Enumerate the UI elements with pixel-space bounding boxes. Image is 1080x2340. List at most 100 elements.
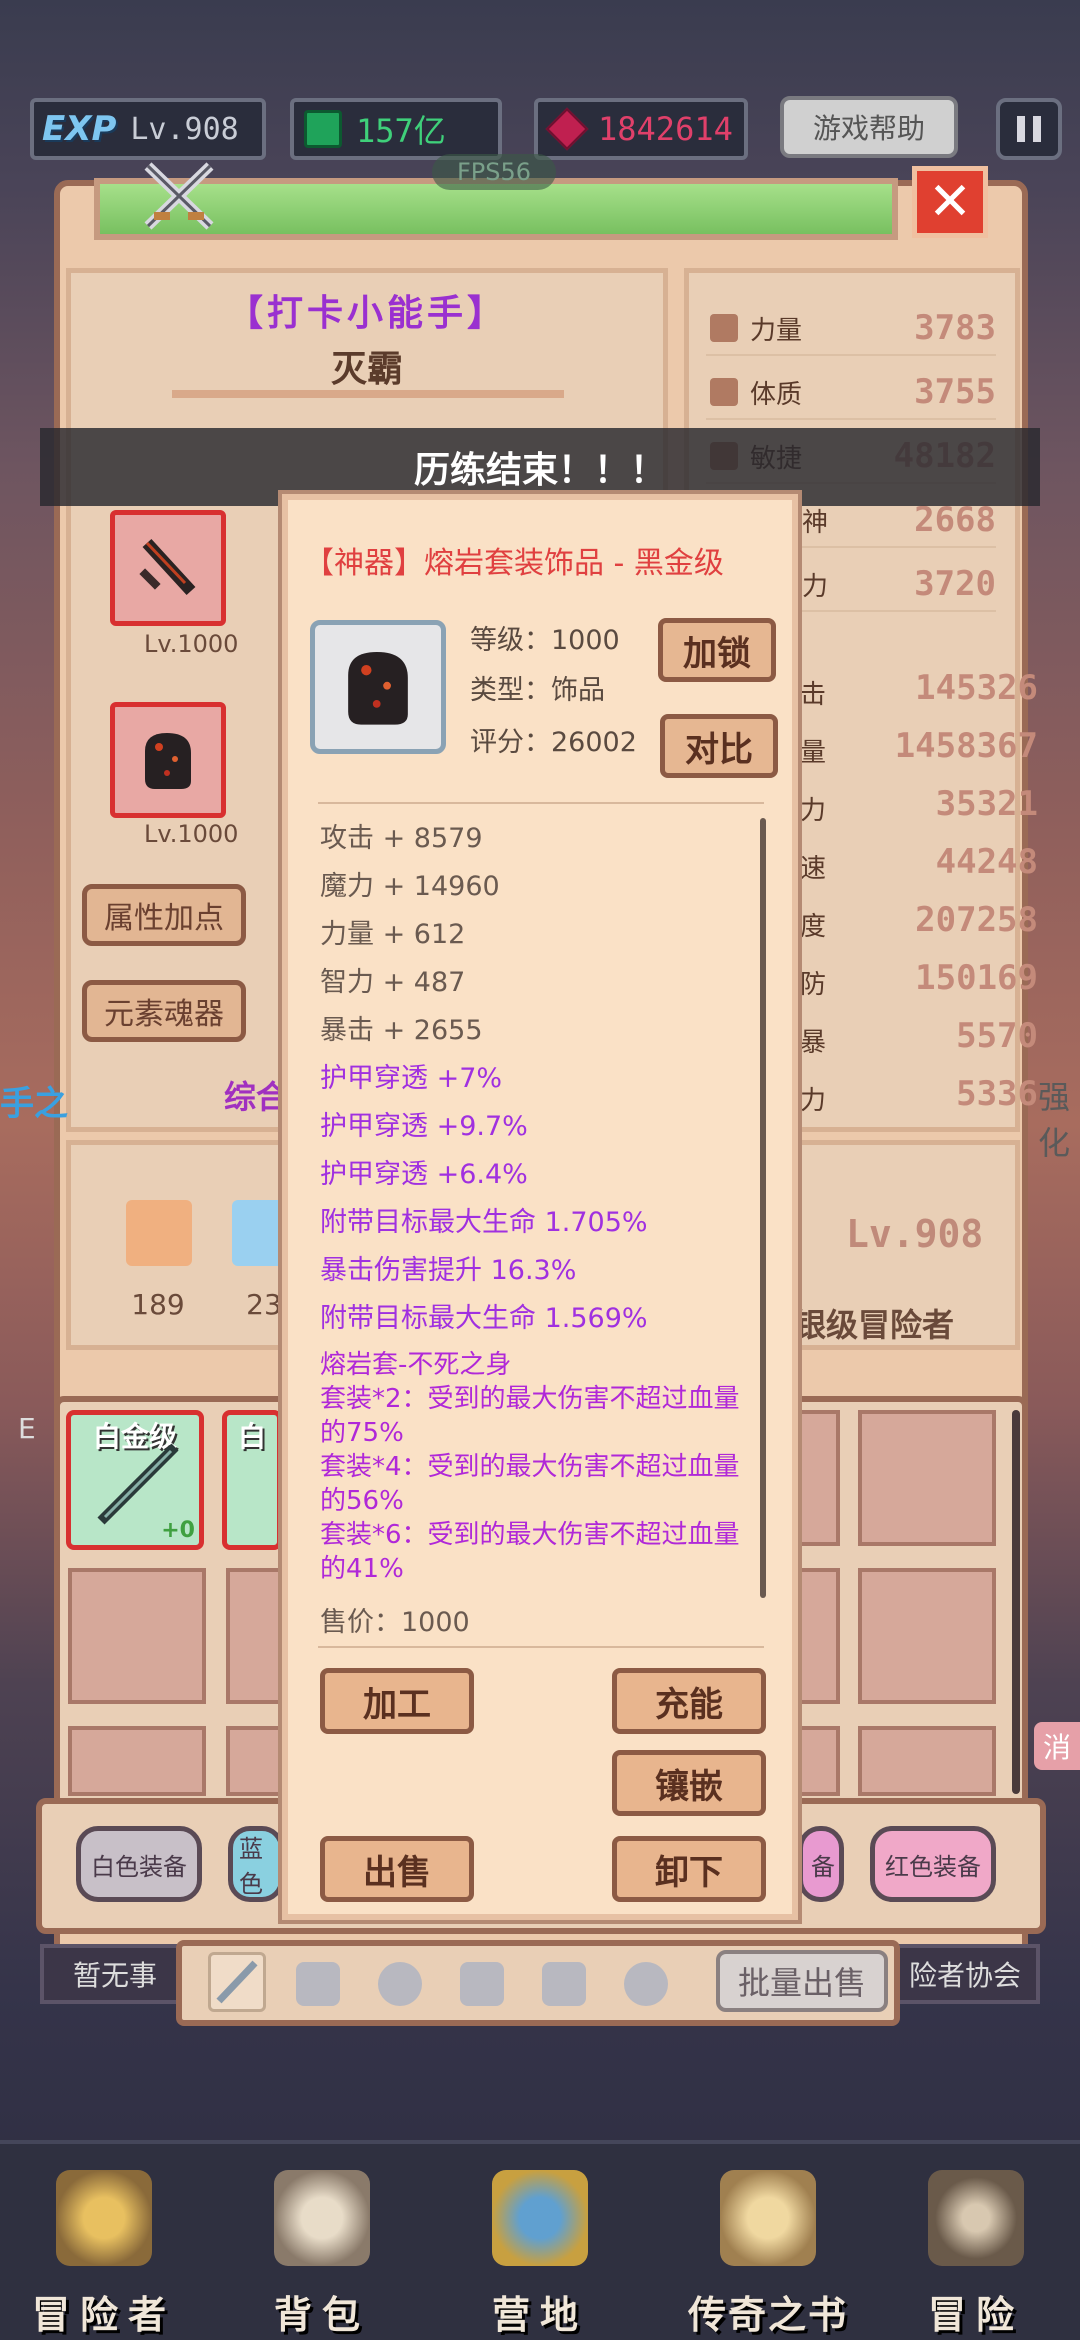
- accessory-slot[interactable]: [110, 702, 226, 818]
- close-icon: ✕: [928, 172, 972, 232]
- stat2-label: 度: [800, 912, 827, 942]
- weapon-slot[interactable]: [110, 510, 226, 626]
- affix-line: 暴击伤害提升 16.3%: [320, 1255, 577, 1286]
- stat2-label: 击: [800, 680, 827, 710]
- lava-glove-icon: [145, 733, 191, 789]
- tab-weapon[interactable]: [208, 1952, 266, 2012]
- inventory-slot[interactable]: [798, 1726, 840, 1796]
- pause-button[interactable]: [996, 98, 1062, 160]
- inventory-slot[interactable]: [226, 1568, 282, 1704]
- inventory-item[interactable]: 白金级 +0: [66, 1410, 204, 1550]
- inventory-slot[interactable]: [858, 1568, 996, 1704]
- nav-adventure[interactable]: 冒险: [876, 2170, 1076, 2339]
- inventory-slot[interactable]: [226, 1726, 282, 1796]
- item-score: 评分：26002: [470, 727, 637, 758]
- affix-line: 附带目标最大生命 1.705%: [320, 1207, 648, 1238]
- set-bonus-4: 套装*4：受到的最大伤害不超过血量的56%: [320, 1452, 740, 1516]
- nav-legend-book[interactable]: 传奇之书: [658, 2170, 878, 2339]
- sword-nav-icon: [928, 2170, 1024, 2266]
- affix-line: 护甲穿透 +7%: [320, 1063, 503, 1094]
- item-name: 【神器】熔岩套装饰品 - 黑金级: [304, 546, 724, 581]
- hero-name: 灭霸: [330, 349, 403, 390]
- gem-icon: [304, 110, 342, 148]
- set-name: 熔岩套-不死之身: [320, 1350, 512, 1380]
- inventory-slot[interactable]: [858, 1726, 996, 1796]
- popup-scrollbar[interactable]: [760, 818, 766, 1598]
- gem-counter[interactable]: 157亿: [290, 98, 502, 160]
- stat2-label: 量: [800, 738, 827, 768]
- set-bonus-2: 套装*2：受到的最大伤害不超过血量的75%: [320, 1384, 740, 1448]
- filter-white-button[interactable]: 白色装备: [76, 1826, 202, 1902]
- weapon-level: Lv.1000: [144, 630, 239, 658]
- stat-value: 3755: [914, 372, 996, 412]
- inventory-scrollbar[interactable]: [1012, 1410, 1020, 1794]
- no-event-tab[interactable]: 暂无事: [40, 1944, 190, 2004]
- stat-row-constitution: 体质 3755: [706, 366, 996, 420]
- heart-icon: [710, 378, 738, 406]
- dark-sword-icon: [139, 538, 196, 596]
- nav-label: 冒险者: [31, 2293, 176, 2337]
- crossed-swords-icon: [144, 162, 214, 230]
- filter-blue-button[interactable]: 蓝色: [228, 1826, 284, 1902]
- popup-divider: [318, 802, 764, 804]
- player-level: Lv.908: [130, 111, 239, 147]
- inventory-item[interactable]: 白: [222, 1410, 282, 1550]
- inventory-slot[interactable]: [68, 1726, 206, 1796]
- adventurer-guild-tab[interactable]: 险者协会: [890, 1944, 1040, 2004]
- stat-value: 3783: [914, 308, 996, 348]
- attr-crit: 暴击 + 2655: [320, 1015, 483, 1046]
- armor-tab-icon[interactable]: [296, 1962, 340, 2006]
- hero-title: 【打卡小能手】: [226, 293, 507, 334]
- camp-banner-icon: [492, 2170, 588, 2266]
- inlay-button[interactable]: 镶嵌: [612, 1750, 766, 1816]
- inventory-slot[interactable]: [798, 1568, 840, 1704]
- nav-backpack[interactable]: 背包: [222, 2170, 422, 2339]
- item-type: 类型：饰品: [470, 675, 605, 706]
- filter-red-button[interactable]: 红色装备: [870, 1826, 996, 1902]
- consume-tab[interactable]: 消: [1034, 1722, 1080, 1770]
- element-soul-button[interactable]: 元素魂器: [82, 980, 246, 1042]
- fire-potion-icon: [126, 1200, 192, 1266]
- nav-adventurer[interactable]: 冒险者: [4, 2170, 204, 2339]
- stat2-label: 暴: [800, 1028, 827, 1058]
- helmet-tab-icon[interactable]: [378, 1962, 422, 2006]
- book-icon: [720, 2170, 816, 2266]
- left-edge-text: 手之: [0, 1084, 68, 1124]
- lock-button[interactable]: 加锁: [658, 618, 776, 682]
- close-button[interactable]: ✕: [912, 166, 988, 238]
- stat-label: 神: [802, 507, 829, 538]
- compare-button[interactable]: 对比: [660, 714, 778, 778]
- inventory-slot[interactable]: [798, 1410, 840, 1546]
- attr-magic: 魔力 + 14960: [320, 871, 500, 902]
- ruby-counter[interactable]: 1842614: [534, 98, 748, 160]
- stat2-value: 1458367: [894, 726, 1038, 766]
- charge-button[interactable]: 充能: [612, 1668, 766, 1734]
- stat-label: 体质: [750, 379, 803, 410]
- fire-potion-count: 189: [131, 1288, 185, 1321]
- stat2-value: 35321: [935, 784, 1038, 824]
- stat2-value: 150169: [915, 958, 1038, 998]
- pants-tab-icon[interactable]: [542, 1962, 586, 2006]
- nav-label: 传奇之书: [687, 2293, 848, 2337]
- attribute-points-button[interactable]: 属性加点: [82, 884, 246, 946]
- chest-tab-icon[interactable]: [460, 1962, 504, 2006]
- stat2-label: 速: [800, 854, 827, 884]
- glove-tab-icon[interactable]: [624, 1962, 668, 2006]
- inventory-slot[interactable]: [68, 1568, 206, 1704]
- game-help-button[interactable]: 游戏帮助: [780, 96, 958, 158]
- adventurer-rank: 银级冒险者: [794, 1306, 955, 1344]
- batch-sell-button[interactable]: 批量出售: [716, 1950, 888, 2012]
- exp-badge: EXP Lv.908: [30, 98, 266, 160]
- nav-label: 冒险: [927, 2293, 1024, 2337]
- item-rarity-label: 白: [237, 1420, 266, 1453]
- unequip-button[interactable]: 卸下: [612, 1836, 766, 1902]
- hero-level-right: Lv.908: [846, 1212, 984, 1256]
- sell-button[interactable]: 出售: [320, 1836, 474, 1902]
- crown-icon: [56, 2170, 152, 2266]
- nav-camp[interactable]: 营地: [440, 2170, 640, 2339]
- process-button[interactable]: 加工: [320, 1668, 474, 1734]
- stat2-label: 防: [800, 970, 827, 1000]
- inventory-slot[interactable]: [858, 1410, 996, 1546]
- pause-icon: [1033, 116, 1041, 142]
- filter-pink-button[interactable]: 备: [798, 1826, 844, 1902]
